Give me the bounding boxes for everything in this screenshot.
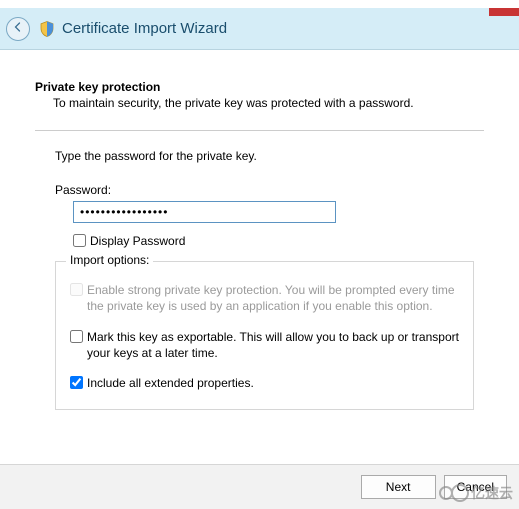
password-input[interactable] [73, 201, 336, 223]
next-button[interactable]: Next [361, 475, 436, 499]
option-exportable-checkbox[interactable] [70, 330, 83, 343]
separator [35, 130, 484, 131]
wizard-footer: Next Cancel [0, 464, 519, 509]
password-group: Password: Display Password [55, 183, 484, 249]
wizard-header: Certificate Import Wizard [0, 8, 519, 50]
option-exportable-label: Mark this key as exportable. This will a… [87, 329, 459, 361]
option-strong-protection-checkbox [70, 283, 83, 296]
section-description: To maintain security, the private key wa… [53, 96, 484, 110]
option-strong-protection: Enable strong private key protection. Yo… [70, 282, 459, 314]
import-options-group: Import options: Enable strong private ke… [55, 261, 474, 410]
close-bar-fragment [489, 8, 519, 16]
option-extended-properties-checkbox[interactable] [70, 376, 83, 389]
back-arrow-icon [12, 21, 24, 36]
password-label: Password: [55, 183, 484, 197]
option-exportable: Mark this key as exportable. This will a… [70, 329, 459, 361]
shield-icon [38, 20, 56, 38]
option-strong-protection-label: Enable strong private key protection. Yo… [87, 282, 459, 314]
display-password-label: Display Password [90, 233, 185, 249]
wizard-content: Private key protection To maintain secur… [0, 50, 519, 420]
cancel-button[interactable]: Cancel [444, 475, 507, 499]
import-options-legend: Import options: [66, 253, 153, 267]
wizard-title: Certificate Import Wizard [62, 20, 227, 37]
option-extended-properties-label: Include all extended properties. [87, 375, 254, 391]
instruction-text: Type the password for the private key. [55, 149, 484, 163]
display-password-checkbox[interactable] [73, 234, 86, 247]
option-extended-properties: Include all extended properties. [70, 375, 459, 391]
back-button[interactable] [6, 17, 30, 41]
section-title: Private key protection [35, 80, 484, 94]
